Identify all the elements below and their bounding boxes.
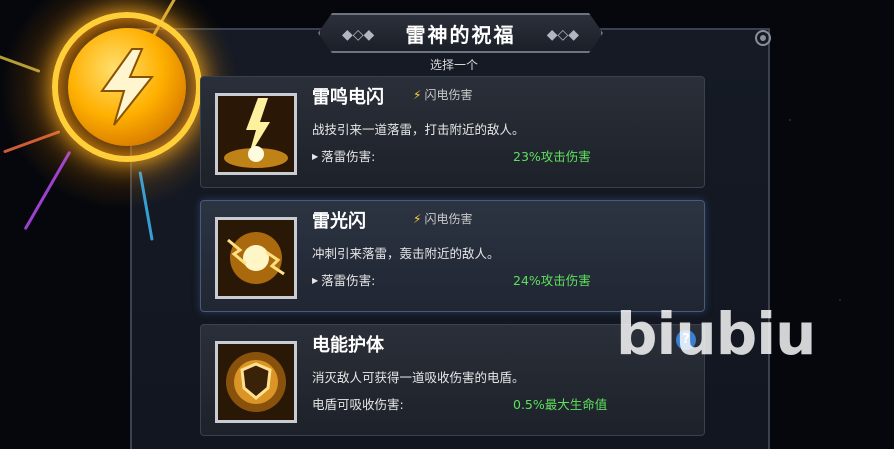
dialog-subtitle: 选择一个 (430, 58, 479, 72)
stat-label-text: 落雷伤害: (321, 149, 376, 164)
gear-icon[interactable] (755, 30, 771, 46)
watermark-logo: biubiu (616, 300, 816, 368)
stat-label: ▶ 落雷伤害: (312, 270, 375, 289)
stat-value: 24%攻击伤害 (513, 273, 591, 288)
damage-type-tag: ⚡ 闪电伤害 (413, 210, 472, 227)
blessing-description: 消灭敌人可获得一道吸收伤害的电盾。 (312, 370, 525, 385)
damage-type-label: 闪电伤害 (424, 212, 473, 226)
damage-type-label: 闪电伤害 (424, 88, 473, 102)
blessing-description: 冲刺引来落雷，轰击附近的敌人。 (312, 246, 500, 261)
stat-label-text: 落雷伤害: (321, 273, 376, 288)
blessing-name: 电能护体 (312, 335, 384, 356)
blessing-card-thunderclap[interactable]: 雷鸣电闪 ⚡ 闪电伤害 战技引来一道落雷，打击附近的敌人。 ▶ 落雷伤害: 23%攻… (200, 76, 705, 188)
small-bolt-icon: ⚡ (413, 88, 422, 102)
ornament-right-icon: ◆◇◆ (546, 27, 579, 43)
stat-value: 0.5%最大生命值 (513, 397, 608, 412)
ornament-left-icon: ◆◇◆ (342, 27, 375, 43)
blessing-name: 雷鸣电闪 (312, 87, 384, 108)
title-banner: ◆◇◆ 雷神的祝福 ◆◇◆ (318, 13, 603, 53)
stat-label: ▶ 落雷伤害: (312, 146, 375, 165)
dialog-title: 雷神的祝福 (405, 22, 516, 47)
lightning-strike-icon (215, 93, 297, 175)
triangle-bullet-icon: ▶ (312, 152, 319, 161)
stat-label: 电盾可吸收伤害: (312, 394, 404, 413)
lightning-orb-icon (215, 217, 297, 299)
blessing-description: 战技引来一道落雷，打击附近的敌人。 (312, 122, 525, 137)
triangle-bullet-icon: ▶ (312, 276, 319, 285)
small-bolt-icon: ⚡ (413, 212, 422, 226)
electric-shield-icon (215, 341, 297, 423)
damage-type-tag: ⚡ 闪电伤害 (413, 86, 472, 103)
blessing-name: 雷光闪 (312, 211, 366, 232)
blessing-card-thunder-flash[interactable]: 雷光闪 ⚡ 闪电伤害 冲刺引来落雷，轰击附近的敌人。 ▶ 落雷伤害: 24%攻击伤害 (200, 200, 705, 312)
stat-label-text: 电盾可吸收伤害: (312, 397, 404, 412)
lightning-bolt-icon (68, 28, 186, 146)
stat-value: 23%攻击伤害 (513, 149, 591, 164)
